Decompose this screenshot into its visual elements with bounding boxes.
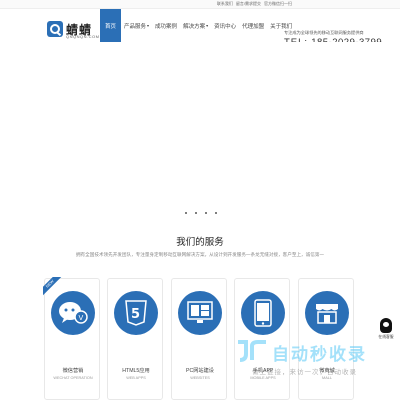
logo-subtext: QNQNQN.COM [66,34,100,39]
service-name: PC网站建设 [186,368,214,374]
message-link[interactable]: 留言/需求提交 [236,1,261,7]
service-card-mall[interactable]: 微商城 MALL [298,278,354,400]
mobile-app-icon [241,291,285,335]
service-name-en: MALL [322,376,332,380]
service-card-wechat[interactable]: NEW V 微信营销 WECHAT OPERATION [43,277,100,400]
chevron-down-icon: ▾ [147,23,150,28]
nav-label: 成功案例 [155,23,178,30]
logo-icon[interactable] [47,21,63,37]
nav-label: 资讯中心 [214,23,237,30]
top-utility-bar: 联系我们 留言/需求提交 官方微信扫一扫 [0,0,400,9]
service-cards: NEW V 微信营销 WECHAT OPERATION 5 HTML5应用 WE… [43,277,360,400]
nav-label: 首页 [105,23,117,30]
pc-website-icon [178,291,222,335]
contact-slogan: 专注成为全球领先的移动互联网服务提供商 [284,30,364,35]
shop-icon [305,291,349,335]
service-card-html5[interactable]: 5 HTML5应用 WEB APPS [107,278,163,400]
wechat-scan-link[interactable]: 官方微信扫一扫 [264,1,292,7]
nav-label: 解决方案 [183,23,206,30]
online-service-label: 在线客服 [378,335,394,339]
service-name: 微信营销 [62,368,84,374]
html5-icon: 5 [114,291,158,335]
service-name-en: MOBILE APPS [250,376,276,380]
online-service-widget[interactable]: 在线客服 [375,318,397,348]
hero-banner [0,42,400,212]
service-name-en: WEB APPS [126,376,146,380]
nav-label: 关于我们 [270,23,293,30]
carousel-dot[interactable] [215,212,217,214]
qq-icon [380,318,392,333]
svg-text:5: 5 [131,307,140,322]
service-name: 微商城 [319,368,335,374]
service-card-mobile-app[interactable]: 手机APP MOBILE APPS [234,278,290,400]
nav-label: 产品服务 [124,23,147,30]
nav-item-cases[interactable]: 成功案例 [152,9,180,42]
services-title: 我们的服务 [176,237,224,248]
nav-item-solutions[interactable]: 解决方案 ▾ [180,9,211,42]
nav-label: 代理加盟 [242,23,265,30]
nav-item-products[interactable]: 产品服务 ▾ [121,9,152,42]
services-description: 拥有全国技术领先开发团队，专注量身定制移动互联网解决方案，从设计到开发服务一条龙… [75,252,325,257]
site-header: 蜻蜻 QNQNQN.COM 首页 产品服务 ▾ 成功案例 解决方案 ▾ 资讯中心 代… [0,9,400,48]
service-name: 手机APP [252,368,274,374]
nav-item-home[interactable]: 首页 [100,9,122,42]
contact-us-link[interactable]: 联系我们 [217,1,233,7]
service-name-en: WEBSITES [190,376,210,380]
nav-item-news[interactable]: 资讯中心 [211,9,239,42]
carousel-dot[interactable] [195,212,197,214]
carousel-dots [185,212,217,214]
carousel-dot[interactable] [185,212,187,214]
main-nav: 首页 产品服务 ▾ 成功案例 解决方案 ▾ 资讯中心 代理加盟 关于我们 [100,9,295,42]
top-links: 联系我们 留言/需求提交 官方微信扫一扫 [217,1,292,7]
wechat-icon: V [51,291,95,335]
service-name: HTML5应用 [122,368,150,374]
svg-text:V: V [79,314,84,322]
service-name-en: WECHAT OPERATION [53,376,93,380]
chevron-down-icon: ▾ [206,23,209,28]
carousel-dot[interactable] [205,212,207,214]
nav-item-franchise[interactable]: 代理加盟 [239,9,267,42]
service-card-pc-website[interactable]: PC网站建设 WEBSITES [171,278,227,400]
